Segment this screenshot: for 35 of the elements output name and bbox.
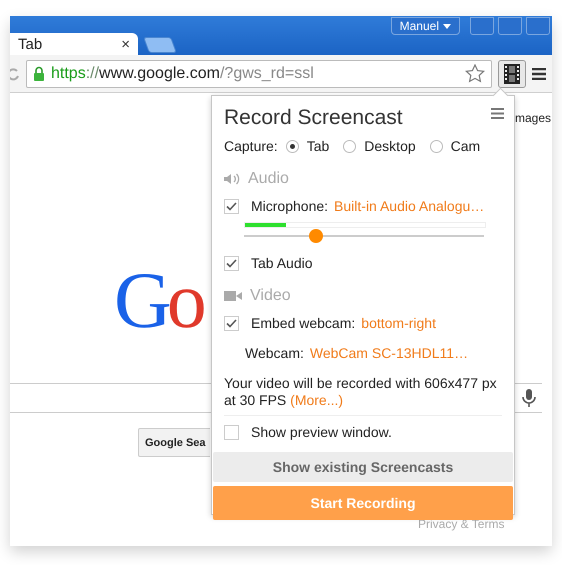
preview-label: Show preview window. xyxy=(251,424,392,440)
microphone-icon[interactable] xyxy=(521,388,537,408)
checkbox[interactable] xyxy=(224,316,239,330)
section-heading: Audio xyxy=(248,170,289,188)
popup-title: Record Screencast xyxy=(224,106,403,130)
caret-icon xyxy=(443,24,451,28)
show-screencasts-button[interactable]: Show existing Screencasts xyxy=(213,452,513,482)
webcam-label: Webcam: xyxy=(245,345,304,361)
video-camera-icon xyxy=(224,290,242,302)
embed-webcam-label: Embed webcam: xyxy=(251,315,356,331)
capture-option[interactable]: Cam xyxy=(426,138,486,154)
speaker-icon xyxy=(224,173,240,185)
section-heading: Video xyxy=(250,287,291,305)
microphone-label: Microphone: xyxy=(251,198,328,214)
address-field[interactable]: https://www.google.com/?gws_rd=ssl xyxy=(26,60,492,88)
checkbox[interactable] xyxy=(224,256,239,270)
star-icon[interactable] xyxy=(465,64,485,83)
menu-icon[interactable] xyxy=(532,68,546,80)
capture-option[interactable]: Desktop xyxy=(339,138,422,154)
checkbox[interactable] xyxy=(224,424,239,440)
tab-audio-label: Tab Audio xyxy=(251,255,312,271)
new-tab-button[interactable] xyxy=(143,37,177,53)
browser-tab[interactable]: Tab × xyxy=(10,33,138,55)
slider-thumb[interactable] xyxy=(309,229,323,243)
checkbox[interactable] xyxy=(224,198,239,214)
logo: Go xyxy=(114,261,208,341)
film-strip-icon[interactable] xyxy=(498,60,526,88)
close-icon[interactable]: × xyxy=(121,36,130,52)
lock-icon xyxy=(33,66,45,81)
images-link[interactable]: mages xyxy=(514,111,551,125)
profile-button[interactable]: Manuel xyxy=(390,17,460,35)
capture-label: Capture: xyxy=(224,138,278,154)
search-button[interactable]: Google Sea xyxy=(138,428,210,457)
video-info-text: Your video will be recorded with 606x477 px at 30 FPS (More...) xyxy=(224,375,498,409)
capture-option[interactable]: Tab xyxy=(282,138,336,154)
